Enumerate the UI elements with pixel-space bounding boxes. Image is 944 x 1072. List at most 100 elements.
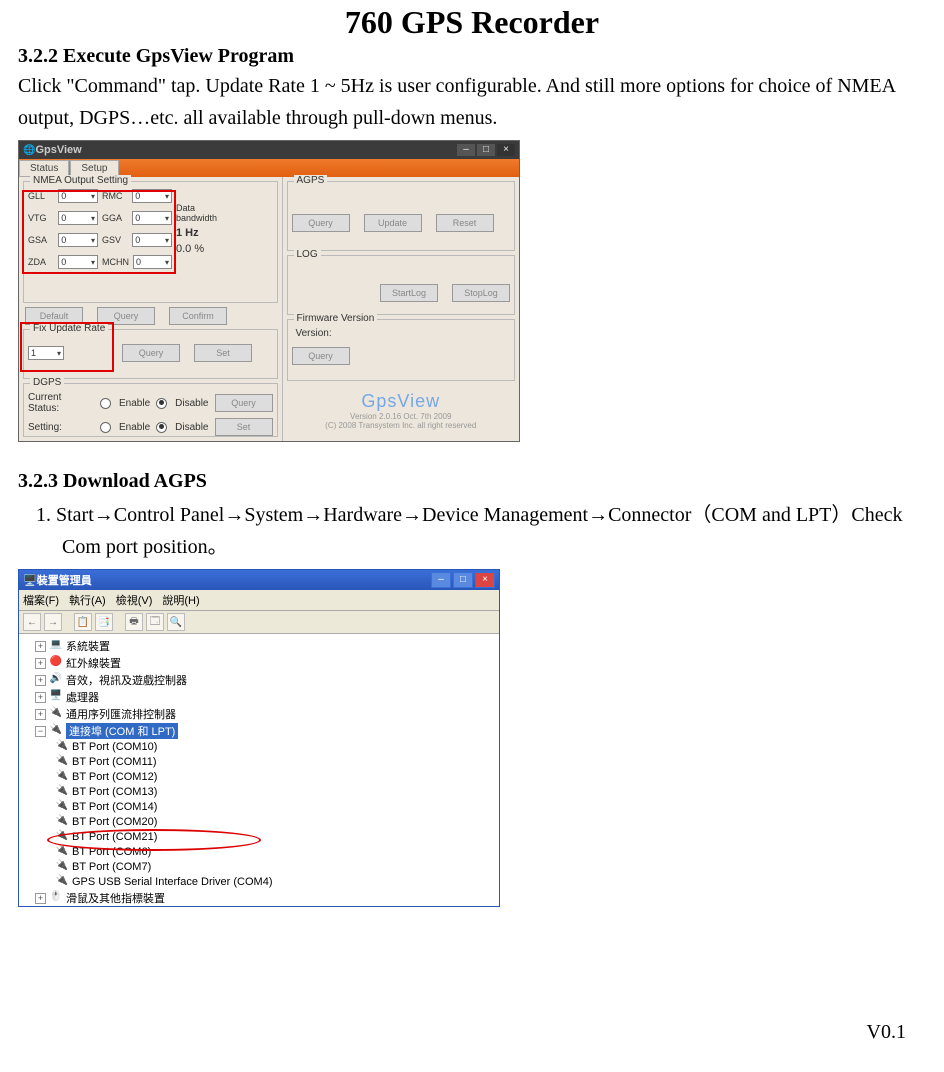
tree-node-com-lpt[interactable]: −🔌連接埠 (COM 和 LPT): [25, 723, 493, 739]
tree-node-port[interactable]: 🔌BT Port (COM13): [25, 785, 493, 799]
expand-icon[interactable]: +: [35, 692, 46, 703]
tree-node-port[interactable]: 🔌BT Port (COM7): [25, 860, 493, 874]
toolbar-back-icon[interactable]: ←: [23, 613, 41, 631]
expand-icon[interactable]: +: [35, 675, 46, 686]
gpsview-titlebar: 🌐 GpsView – □ ×: [19, 141, 519, 159]
highlight-nmea: [22, 190, 176, 274]
tree-node-label: BT Port (COM10): [72, 741, 157, 753]
devmgr-titlebar: 🖥️ 裝置管理員 – □ ×: [19, 570, 499, 590]
startlog-button[interactable]: StartLog: [380, 284, 438, 302]
nmea-title: NMEA Output Setting: [30, 175, 131, 186]
dgps-current-enable-radio[interactable]: [100, 398, 111, 409]
firmware-query-button[interactable]: Query: [292, 347, 350, 365]
devmgr-tree: +💻系統裝置+🔴紅外線裝置+🔊音效，視訊及遊戲控制器+🖥️處理器+🔌通用序列匯流…: [19, 634, 499, 906]
gpsview-brand-block: GpsView Version 2.0.16 Oct. 7th 2009 (C)…: [283, 385, 520, 436]
expand-icon[interactable]: +: [35, 893, 46, 904]
device-icon: 💻: [49, 639, 63, 653]
highlight-gps-driver: [47, 829, 261, 851]
device-icon: 🔊: [49, 673, 63, 687]
agps-update-button[interactable]: Update: [364, 214, 422, 232]
devmgr-icon: 🖥️: [23, 574, 37, 587]
dgps-setting-disable-label: Disable: [175, 422, 208, 433]
tree-node-label: 連接埠 (COM 和 LPT): [66, 723, 178, 739]
dgps-setting-disable-radio[interactable]: [156, 422, 167, 433]
toolbar-print-icon[interactable]: 🖶: [125, 613, 143, 631]
toolbar-scan-icon[interactable]: 🔍: [167, 613, 185, 631]
expand-icon[interactable]: +: [35, 709, 46, 720]
menu-action[interactable]: 執行(A): [69, 592, 106, 608]
fix-rate-query-button[interactable]: Query: [122, 344, 180, 362]
menu-help[interactable]: 說明(H): [162, 592, 199, 608]
devmgr-close-button[interactable]: ×: [475, 572, 495, 588]
tree-node-label: 處理器: [66, 689, 99, 705]
menu-file[interactable]: 檔案(F): [23, 592, 59, 608]
tree-node-label: 滑鼠及其他指標裝置: [66, 890, 165, 906]
device-icon: 🖱️: [49, 891, 63, 905]
tree-node-port[interactable]: 🔌BT Port (COM14): [25, 800, 493, 814]
agps-reset-button[interactable]: Reset: [436, 214, 494, 232]
port-icon: 🔌: [55, 845, 69, 859]
close-button[interactable]: ×: [497, 144, 515, 156]
tree-node-label: BT Port (COM13): [72, 786, 157, 798]
port-icon: 🔌: [55, 770, 69, 784]
highlight-fix-rate: [20, 322, 114, 372]
toolbar-fwd-icon[interactable]: →: [44, 613, 62, 631]
minimize-button[interactable]: –: [457, 144, 475, 156]
tree-node[interactable]: +🔌通用序列匯流排控制器: [25, 706, 493, 722]
expand-icon[interactable]: +: [35, 641, 46, 652]
nmea-confirm-button[interactable]: Confirm: [169, 307, 227, 325]
devmgr-min-button[interactable]: –: [431, 572, 451, 588]
tree-node-port[interactable]: 🔌BT Port (COM20): [25, 815, 493, 829]
dgps-setting-enable-radio[interactable]: [100, 422, 111, 433]
log-title: LOG: [294, 249, 321, 260]
dgps-setting-label: Setting:: [28, 422, 94, 433]
dgps-current-disable-label: Disable: [175, 398, 208, 409]
dgps-current-enable-label: Enable: [119, 398, 150, 409]
port-icon: 🔌: [55, 860, 69, 874]
tree-node-port[interactable]: 🔌GPS USB Serial Interface Driver (COM4): [25, 875, 493, 889]
doc-title: 760 GPS Recorder: [18, 4, 926, 41]
expand-icon[interactable]: +: [35, 658, 46, 669]
stoplog-button[interactable]: StopLog: [452, 284, 510, 302]
step-1: 1. Start→Control Panel→System→Hardware→D…: [18, 499, 926, 563]
toolbar-help-icon[interactable]: 📑: [95, 613, 113, 631]
toolbar-refresh-icon[interactable]: 🗔: [146, 613, 164, 631]
section-322-heading: 3.2.2 Execute GpsView Program: [18, 45, 926, 68]
port-icon: 🔌: [55, 800, 69, 814]
section-322-body: Click "Command" tap. Update Rate 1 ~ 5Hz…: [18, 70, 926, 134]
app-icon: 🌐: [23, 145, 35, 156]
gpsview-brand-logo: GpsView: [289, 391, 514, 412]
tree-node[interactable]: +💻系統裝置: [25, 638, 493, 654]
gpsview-title: GpsView: [35, 144, 455, 156]
maximize-button[interactable]: □: [477, 144, 495, 156]
fix-rate-set-button[interactable]: Set: [194, 344, 252, 362]
log-panel: LOG StartLog StopLog: [287, 255, 516, 315]
tree-node-port[interactable]: 🔌BT Port (COM11): [25, 755, 493, 769]
gpsview-screenshot: 🌐 GpsView – □ × Status Setup NMEA Output…: [18, 140, 520, 442]
devmgr-menubar: 檔案(F) 執行(A) 檢視(V) 說明(H): [19, 590, 499, 611]
agps-query-button[interactable]: Query: [292, 214, 350, 232]
dgps-title: DGPS: [30, 377, 64, 388]
data-bandwidth-hz: 1 Hz: [176, 227, 236, 239]
devmgr-max-button[interactable]: □: [453, 572, 473, 588]
devmgr-toolbar: ← → 📋 📑 🖶 🗔 🔍: [19, 611, 499, 634]
collapse-icon[interactable]: −: [35, 726, 46, 737]
tree-node-label: GPS USB Serial Interface Driver (COM4): [72, 876, 273, 888]
tree-node-label: 系統裝置: [66, 638, 110, 654]
dgps-set-button[interactable]: Set: [215, 418, 273, 436]
tree-node[interactable]: +🖱️滑鼠及其他指標裝置: [25, 890, 493, 906]
tree-node[interactable]: +🔊音效，視訊及遊戲控制器: [25, 672, 493, 688]
dgps-setting-enable-label: Enable: [119, 422, 150, 433]
port-icon: 🔌: [55, 755, 69, 769]
dgps-query-button[interactable]: Query: [215, 394, 273, 412]
tree-node[interactable]: +🖥️處理器: [25, 689, 493, 705]
tree-node-label: BT Port (COM7): [72, 861, 151, 873]
toolbar-props-icon[interactable]: 📋: [74, 613, 92, 631]
tree-node-label: 通用序列匯流排控制器: [66, 706, 176, 722]
tree-node-label: 紅外線裝置: [66, 655, 121, 671]
tree-node-port[interactable]: 🔌BT Port (COM12): [25, 770, 493, 784]
tree-node-port[interactable]: 🔌BT Port (COM10): [25, 740, 493, 754]
tree-node[interactable]: +🔴紅外線裝置: [25, 655, 493, 671]
menu-view[interactable]: 檢視(V): [116, 592, 153, 608]
dgps-current-disable-radio[interactable]: [156, 398, 167, 409]
